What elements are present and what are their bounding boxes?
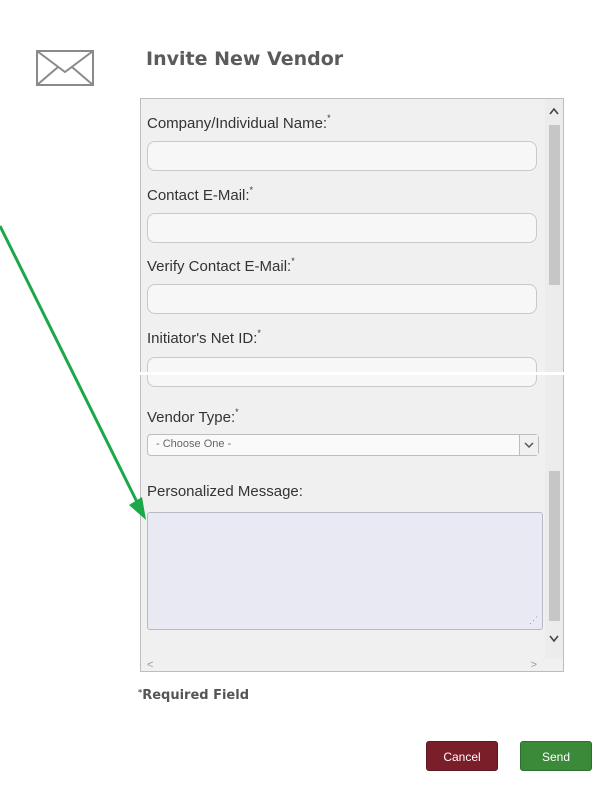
scroll-right-arrow-icon[interactable]: > [531, 659, 537, 671]
required-field-note: *Required Field [138, 688, 250, 703]
personalized-message-textarea[interactable]: ⋰ [147, 512, 543, 630]
verify-email-label: Verify Contact E-Mail:* [147, 256, 295, 275]
company-name-input[interactable] [147, 141, 537, 171]
chevron-down-icon[interactable] [519, 435, 538, 455]
scroll-down-arrow-icon[interactable] [549, 635, 559, 643]
contact-email-input[interactable] [147, 213, 537, 243]
scrollbar-thumb-lower[interactable] [549, 471, 560, 621]
form-fields: Company/Individual Name:* Contact E-Mail… [147, 99, 543, 659]
cancel-button[interactable]: Cancel [426, 741, 498, 771]
scrollbar-thumb[interactable] [549, 125, 560, 285]
resize-grip-icon[interactable]: ⋰ [529, 615, 538, 626]
invite-form-panel: Company/Individual Name:* Contact E-Mail… [140, 98, 564, 672]
screenshot-seam-divider [0, 372, 602, 375]
verify-email-input[interactable] [147, 284, 537, 314]
vendor-type-label: Vendor Type:* [147, 407, 239, 426]
vendor-type-select[interactable]: - Choose One - [147, 434, 539, 456]
vertical-scrollbar[interactable] [545, 99, 563, 659]
scroll-left-arrow-icon[interactable]: < [147, 659, 153, 671]
scroll-up-arrow-icon[interactable] [549, 107, 559, 115]
net-id-label: Initiator's Net ID:* [147, 328, 261, 347]
send-button[interactable]: Send [520, 741, 592, 771]
company-name-label: Company/Individual Name:* [147, 113, 331, 132]
contact-email-label: Contact E-Mail:* [147, 185, 254, 204]
message-label: Personalized Message: [147, 483, 303, 500]
dialog-title: Invite New Vendor [146, 48, 344, 70]
envelope-icon [36, 50, 94, 86]
vendor-type-selected: - Choose One - [156, 438, 232, 450]
horizontal-scrollbar[interactable]: < > [141, 657, 545, 671]
